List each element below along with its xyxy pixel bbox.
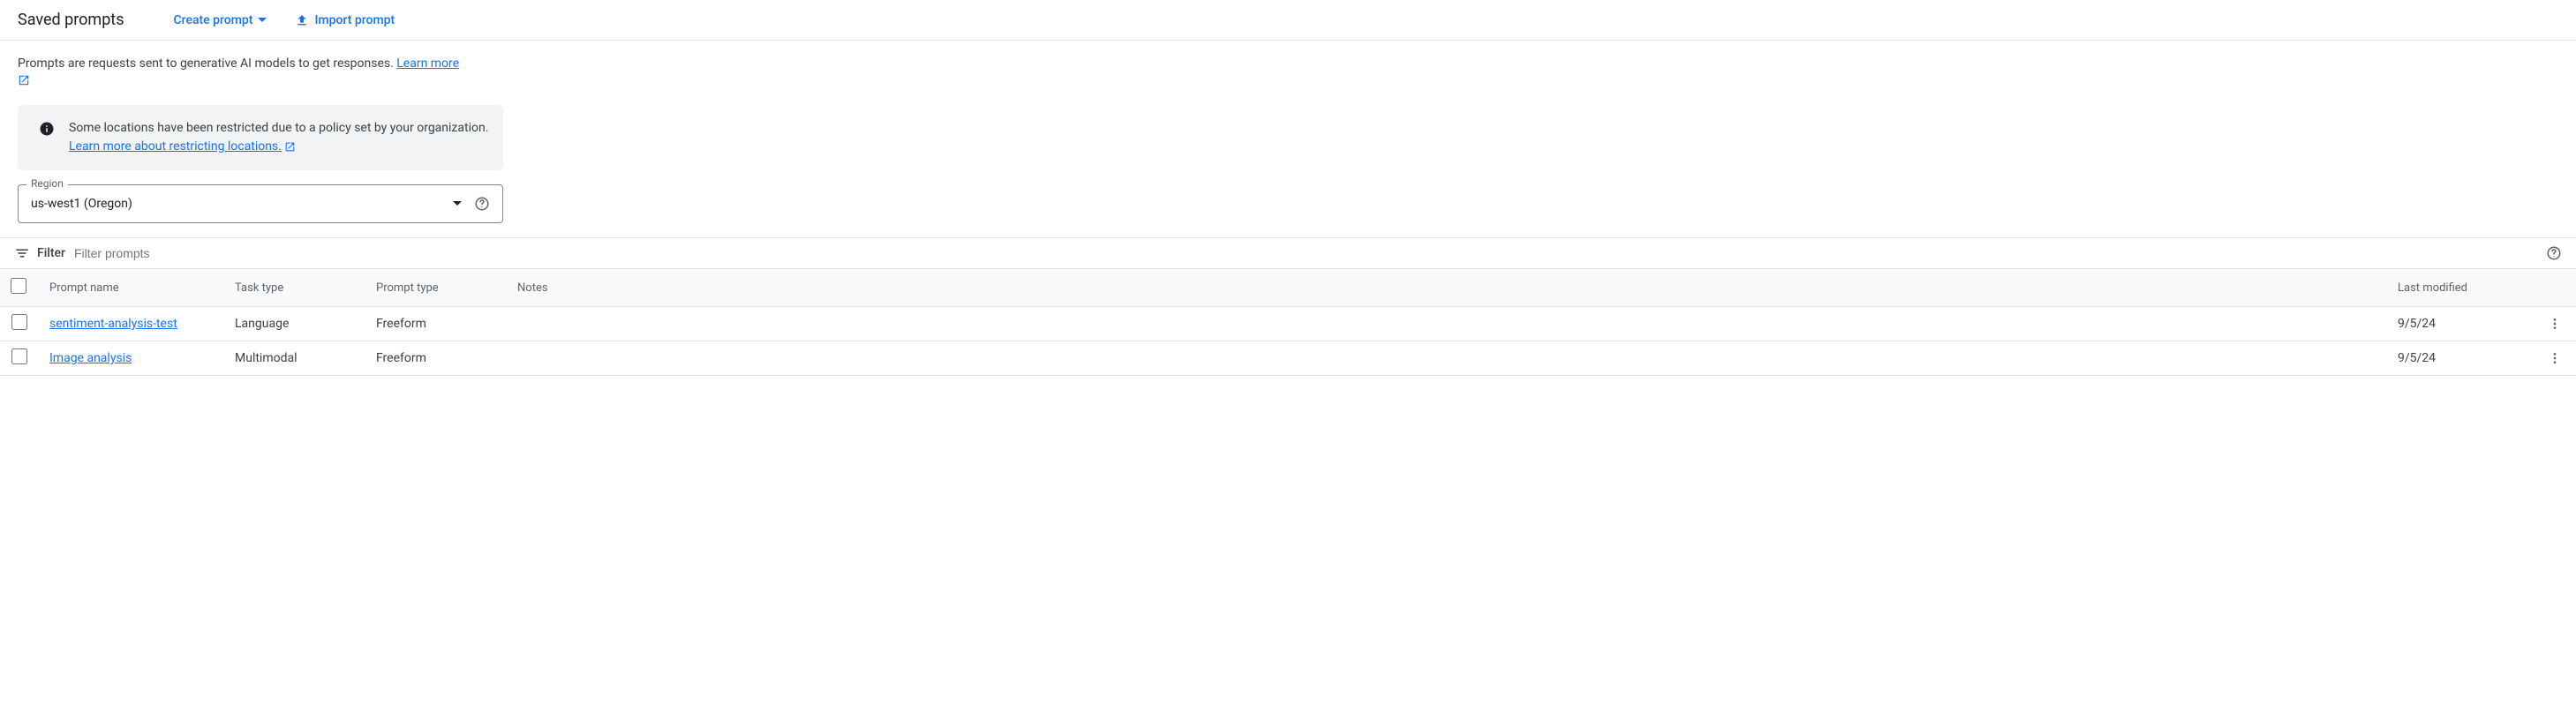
task-type-cell: Multimodal <box>224 341 365 376</box>
prompt-type-cell: Freeform <box>365 307 507 341</box>
region-right <box>453 196 490 212</box>
col-header-menu <box>2537 269 2576 307</box>
info-text-wrap: Some locations have been restricted due … <box>69 119 489 156</box>
info-banner: Some locations have been restricted due … <box>18 105 503 170</box>
modified-cell: 9/5/24 <box>2387 307 2537 341</box>
select-all-header <box>0 269 39 307</box>
select-all-checkbox[interactable] <box>11 278 26 294</box>
prompt-type-cell: Freeform <box>365 341 507 376</box>
intro-text: Prompts are requests sent to generative … <box>18 56 396 71</box>
col-header-name[interactable]: Prompt name <box>39 269 224 307</box>
learn-more-link[interactable]: Learn more <box>396 56 459 71</box>
help-icon[interactable] <box>474 196 490 212</box>
table-row: sentiment-analysis-test LanguageFreeform 9… <box>0 307 2576 341</box>
region-select-wrap: Region us-west1 (Oregon) <box>18 184 503 223</box>
col-header-task[interactable]: Task type <box>224 269 365 307</box>
table-row: Image analysis MultimodalFreeform 9/5/24 <box>0 341 2576 376</box>
filter-label: Filter <box>37 246 65 260</box>
more-options-icon[interactable] <box>2548 317 2565 331</box>
create-prompt-button[interactable]: Create prompt <box>173 13 267 27</box>
header-bar: Saved prompts Create prompt Import promp… <box>0 0 2576 41</box>
prompts-table: Prompt name Task type Prompt type Notes … <box>0 269 2576 376</box>
task-type-cell: Language <box>224 307 365 341</box>
prompt-name-link[interactable]: sentiment-analysis-test <box>49 317 177 331</box>
external-link-icon <box>18 74 30 86</box>
chevron-down-icon <box>453 201 462 206</box>
restrict-locations-link[interactable]: Learn more about restricting locations. <box>69 139 282 154</box>
row-checkbox[interactable] <box>11 314 27 330</box>
notes-cell <box>507 307 2387 341</box>
info-icon <box>32 119 55 137</box>
info-text: Some locations have been restricted due … <box>69 121 488 135</box>
more-options-icon[interactable] <box>2548 351 2565 365</box>
import-prompt-button[interactable]: Import prompt <box>295 13 395 27</box>
col-header-modified[interactable]: Last modified <box>2387 269 2537 307</box>
filter-icon <box>14 245 30 261</box>
filter-label-wrap: Filter <box>14 245 65 261</box>
help-icon[interactable] <box>2546 245 2562 261</box>
create-prompt-label: Create prompt <box>173 13 252 27</box>
col-header-type[interactable]: Prompt type <box>365 269 507 307</box>
col-header-notes[interactable]: Notes <box>507 269 2387 307</box>
modified-cell: 9/5/24 <box>2387 341 2537 376</box>
import-prompt-label: Import prompt <box>314 13 395 27</box>
table-header-row: Prompt name Task type Prompt type Notes … <box>0 269 2576 307</box>
region-value: us-west1 (Oregon) <box>31 197 132 211</box>
region-label: Region <box>26 177 68 190</box>
page-title: Saved prompts <box>18 11 124 29</box>
row-checkbox[interactable] <box>11 348 27 364</box>
filter-input[interactable] <box>74 246 2537 260</box>
prompt-name-link[interactable]: Image analysis <box>49 351 132 365</box>
external-link-icon <box>284 141 296 153</box>
chevron-down-icon <box>258 18 267 23</box>
intro-section: Prompts are requests sent to generative … <box>0 41 512 96</box>
notes-cell <box>507 341 2387 376</box>
filter-bar: Filter <box>0 237 2576 269</box>
upload-icon <box>295 13 309 27</box>
region-select[interactable]: us-west1 (Oregon) <box>18 184 503 223</box>
